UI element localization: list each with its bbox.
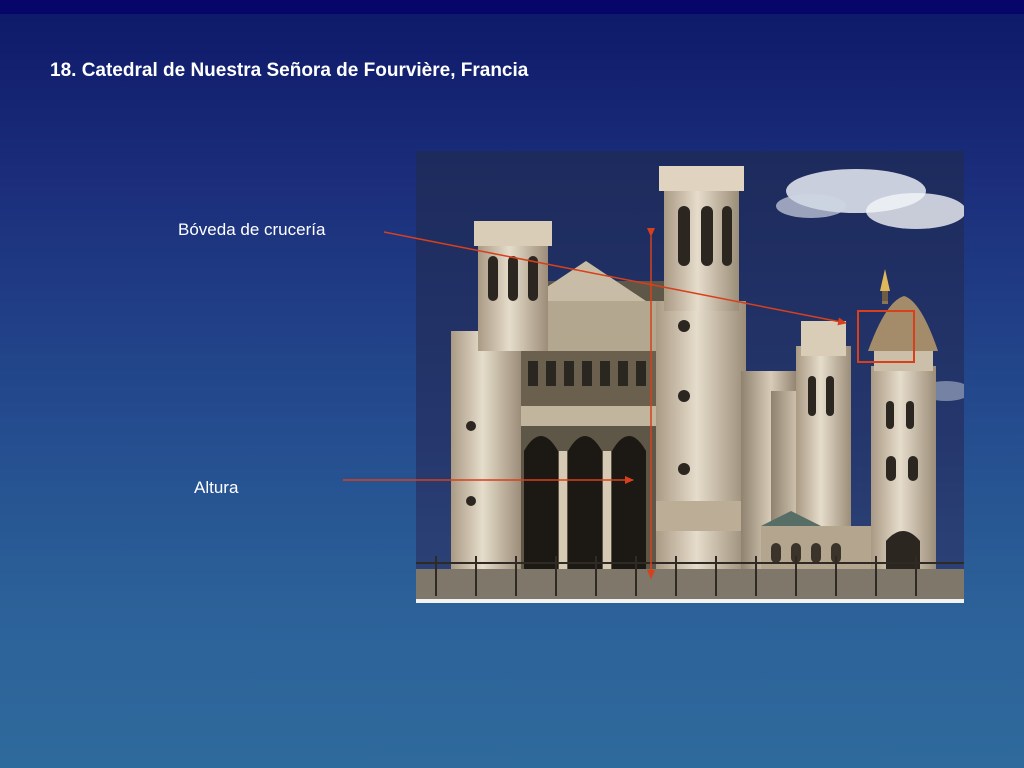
cathedral-photo [416,151,964,603]
height-label: Altura [194,478,239,497]
vault-label: Bóveda de crucería [178,220,326,239]
top-bar [0,0,1024,14]
slide-title: 18. Catedral de Nuestra Señora de Fourvi… [50,60,529,81]
